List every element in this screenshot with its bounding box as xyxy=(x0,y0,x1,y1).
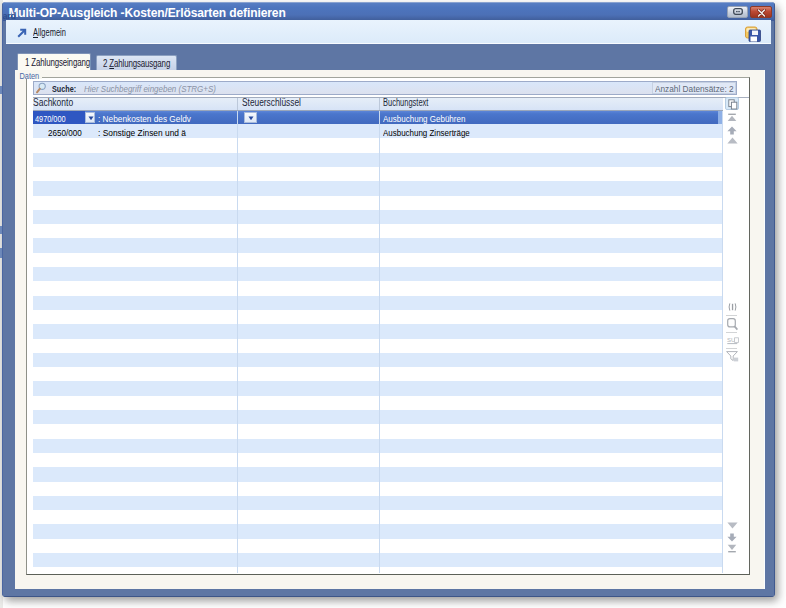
svg-text:SU: SU xyxy=(727,337,735,343)
